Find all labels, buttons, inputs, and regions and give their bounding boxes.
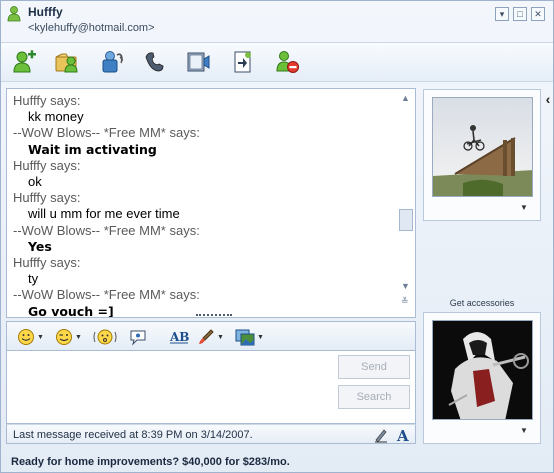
scroll-up-icon[interactable]: ▲ bbox=[401, 93, 410, 103]
sender-line: --WoW Blows-- *Free MM* says: bbox=[13, 222, 200, 238]
message-text: kk money bbox=[28, 109, 84, 125]
formatting-toolbar: ▼ ▼ AB ▼ ▼ bbox=[6, 321, 416, 351]
message-input[interactable] bbox=[13, 357, 323, 417]
webcam-icon[interactable] bbox=[99, 49, 125, 75]
display-picture-button[interactable]: ▼ bbox=[235, 327, 264, 347]
wink-icon bbox=[56, 329, 72, 345]
background-button[interactable]: ▼ bbox=[197, 327, 224, 347]
wink-button[interactable]: ▼ bbox=[55, 327, 82, 347]
handwriting-icon[interactable] bbox=[373, 427, 389, 443]
close-button[interactable]: ✕ bbox=[531, 7, 545, 21]
nudge-button[interactable] bbox=[93, 327, 117, 347]
message-list: Hufffy says: kk money --WoW Blows-- *Fre… bbox=[13, 93, 397, 317]
emoticon-button[interactable]: ▼ bbox=[17, 327, 44, 347]
paintbrush-icon bbox=[199, 329, 214, 344]
pane-splitter-handle[interactable] bbox=[196, 314, 232, 317]
minimize-button[interactable]: ▾ bbox=[495, 7, 509, 21]
message-text: will u mm for me ever time bbox=[28, 206, 180, 222]
message-text: Yes bbox=[28, 238, 52, 254]
status-bar: Last message received at 8:39 PM on 3/14… bbox=[6, 424, 416, 444]
search-button[interactable]: Search bbox=[338, 385, 410, 409]
conversation-history[interactable]: Hufffy says: kk money --WoW Blows-- *Fre… bbox=[6, 88, 416, 318]
my-display-picture-frame: ▼ bbox=[423, 312, 541, 444]
status-tools: A bbox=[373, 427, 411, 443]
scroll-thumb[interactable] bbox=[399, 209, 413, 231]
scroll-end-icon[interactable]: ≚ bbox=[401, 296, 409, 307]
contact-display-picture[interactable] bbox=[432, 97, 533, 197]
scroll-down-icon[interactable]: ▼ bbox=[401, 281, 410, 291]
conversation-window: Hufffy <kylehuffy@hotmail.com> ▾ □ ✕ Huf… bbox=[0, 0, 554, 473]
nudge-icon bbox=[93, 329, 117, 345]
video-clip-icon[interactable] bbox=[185, 49, 211, 75]
smiley-icon bbox=[18, 329, 34, 345]
sender-line: --WoW Blows-- *Free MM* says: bbox=[13, 125, 200, 141]
contact-name: Hufffy bbox=[28, 5, 63, 19]
call-icon[interactable] bbox=[142, 49, 168, 75]
activities-icon[interactable] bbox=[231, 49, 257, 75]
change-font-button[interactable]: AB bbox=[169, 327, 189, 347]
speech-bubble-icon bbox=[130, 330, 146, 346]
send-files-icon[interactable] bbox=[54, 49, 80, 75]
window-controls: ▾ □ ✕ bbox=[495, 7, 545, 21]
sender-line: Hufffy says: bbox=[13, 190, 81, 206]
chevron-down-icon: ▼ bbox=[217, 333, 224, 341]
svg-text:A: A bbox=[396, 427, 409, 443]
chevron-down-icon: ▼ bbox=[37, 333, 44, 341]
send-button[interactable]: Send bbox=[338, 355, 410, 379]
message-text: ok bbox=[28, 174, 42, 190]
sender-line: --WoW Blows-- *Free MM* says: bbox=[13, 287, 200, 303]
conversation-scrollbar[interactable]: ▲ ▼ ≚ bbox=[397, 89, 415, 317]
chevron-down-icon: ▼ bbox=[257, 333, 264, 341]
text-mode-icon[interactable]: A bbox=[395, 427, 411, 443]
ad-banner[interactable]: Ready for home improvements? $40,000 for… bbox=[11, 456, 290, 468]
chevron-down-icon[interactable]: ▼ bbox=[520, 426, 528, 435]
message-text: Wait im activating bbox=[28, 141, 157, 157]
voice-clip-button[interactable] bbox=[129, 327, 147, 347]
sender-line: Hufffy says: bbox=[13, 255, 81, 271]
collapse-sidebar-icon[interactable]: ‹ bbox=[542, 91, 554, 115]
invite-contact-icon[interactable] bbox=[11, 49, 37, 75]
block-icon[interactable] bbox=[274, 49, 300, 75]
contact-email: <kylehuffy@hotmail.com> bbox=[28, 22, 155, 34]
get-accessories-link[interactable]: Get accessories bbox=[423, 298, 541, 308]
compose-area: Send Search bbox=[6, 351, 416, 424]
sender-line: Hufffy says: bbox=[13, 93, 81, 108]
maximize-button[interactable]: □ bbox=[513, 7, 527, 21]
contact-status-icon bbox=[7, 6, 21, 22]
my-display-picture[interactable] bbox=[432, 320, 533, 420]
chevron-down-icon: ▼ bbox=[75, 333, 82, 341]
title-bar: Hufffy <kylehuffy@hotmail.com> ▾ □ ✕ bbox=[1, 1, 553, 41]
message-text: ty bbox=[28, 271, 39, 287]
picture-frame-icon bbox=[235, 329, 255, 346]
chevron-down-icon[interactable]: ▼ bbox=[520, 203, 528, 212]
svg-text:AB: AB bbox=[169, 330, 189, 344]
font-icon: AB bbox=[169, 330, 189, 344]
contact-display-picture-frame: ▼ bbox=[423, 89, 541, 221]
last-message-status: Last message received at 8:39 PM on 3/14… bbox=[13, 429, 253, 441]
main-toolbar bbox=[1, 42, 553, 82]
sender-line: Hufffy says: bbox=[13, 157, 81, 173]
